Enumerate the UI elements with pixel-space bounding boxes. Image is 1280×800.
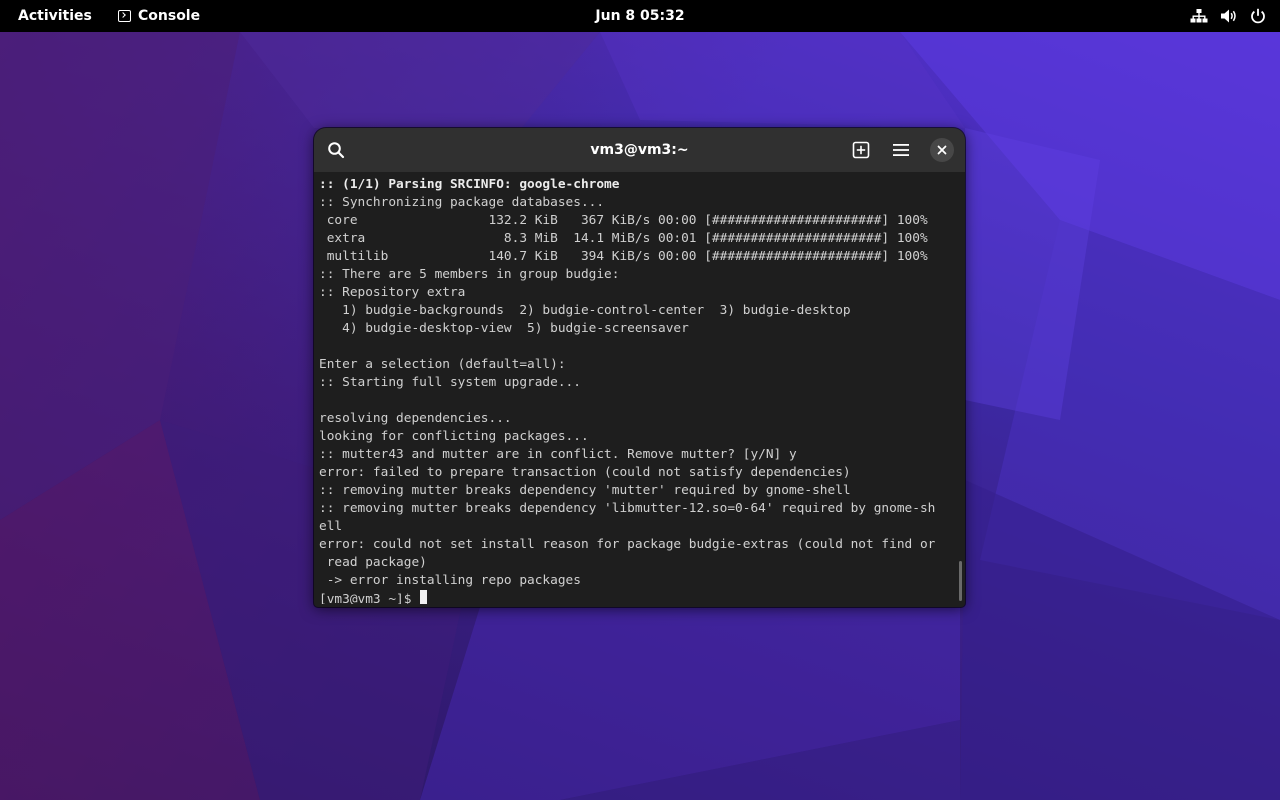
top-bar: Activities Console Jun 8 05:32 (0, 0, 1280, 32)
terminal-line: :: mutter43 and mutter are in conflict. … (319, 447, 797, 462)
terminal-line: -> error installing repo packages (319, 573, 581, 588)
close-icon (937, 145, 947, 155)
terminal-line: looking for conflicting packages... (319, 429, 589, 444)
terminal-line: :: removing mutter breaks dependency 'mu… (319, 483, 851, 498)
text-cursor (420, 590, 428, 604)
new-tab-button[interactable] (846, 135, 876, 165)
terminal-line: 1) budgie-backgrounds 2) budgie-control-… (319, 303, 851, 318)
app-menu-label: Console (138, 8, 201, 24)
terminal-line: :: (1/1) Parsing SRCINFO: google-chrome (319, 177, 620, 192)
terminal-window[interactable]: vm3@vm3:~ :: (1/1) Parsing SRCINFO: goog… (314, 128, 965, 607)
search-icon (328, 142, 345, 159)
terminal-line: multilib 140.7 KiB 394 KiB/s 00:00 [####… (319, 249, 928, 264)
power-icon[interactable] (1250, 8, 1266, 24)
main-menu-button[interactable] (886, 135, 916, 165)
terminal-line: read package) (319, 555, 427, 570)
terminal-line: :: removing mutter breaks dependency 'li… (319, 501, 936, 516)
clock-button[interactable]: Jun 8 05:32 (585, 8, 694, 24)
terminal-prompt-line[interactable]: [vm3@vm3 ~]$ (319, 590, 959, 604)
shell-prompt: [vm3@vm3 ~]$ (319, 592, 420, 604)
terminal-line: :: Starting full system upgrade... (319, 375, 581, 390)
close-button[interactable] (930, 138, 954, 162)
terminal-output[interactable]: :: (1/1) Parsing SRCINFO: google-chrome:… (319, 176, 959, 604)
terminal-line: :: Synchronizing package databases... (319, 195, 605, 210)
terminal-line: ell (319, 519, 343, 534)
new-tab-icon (852, 141, 870, 159)
terminal-line: :: There are 5 members in group budgie: (319, 267, 620, 282)
hamburger-menu-icon (893, 144, 909, 156)
volume-icon[interactable] (1220, 8, 1238, 24)
network-icon[interactable] (1190, 8, 1208, 24)
terminal-line: extra 8.3 MiB 14.1 MiB/s 00:01 [########… (319, 231, 928, 246)
terminal-line: error: failed to prepare transaction (co… (319, 465, 851, 480)
system-status-area[interactable] (1190, 0, 1266, 32)
terminal-line: error: could not set install reason for … (319, 537, 936, 552)
terminal-line: 4) budgie-desktop-view 5) budgie-screens… (319, 321, 689, 336)
terminal-line: Enter a selection (default=all): (319, 357, 566, 372)
terminal-line: core 132.2 KiB 367 KiB/s 00:00 [########… (319, 213, 928, 228)
activities-button[interactable]: Activities (8, 0, 102, 32)
terminal-headerbar[interactable]: vm3@vm3:~ (314, 128, 965, 172)
search-button[interactable] (321, 135, 351, 165)
terminal-line: resolving dependencies... (319, 411, 512, 426)
terminal-line: :: Repository extra (319, 285, 466, 300)
terminal-app-icon (118, 10, 131, 22)
terminal-scrollbar[interactable] (959, 561, 962, 601)
activities-label: Activities (18, 8, 92, 24)
app-menu-button[interactable]: Console (112, 0, 206, 32)
